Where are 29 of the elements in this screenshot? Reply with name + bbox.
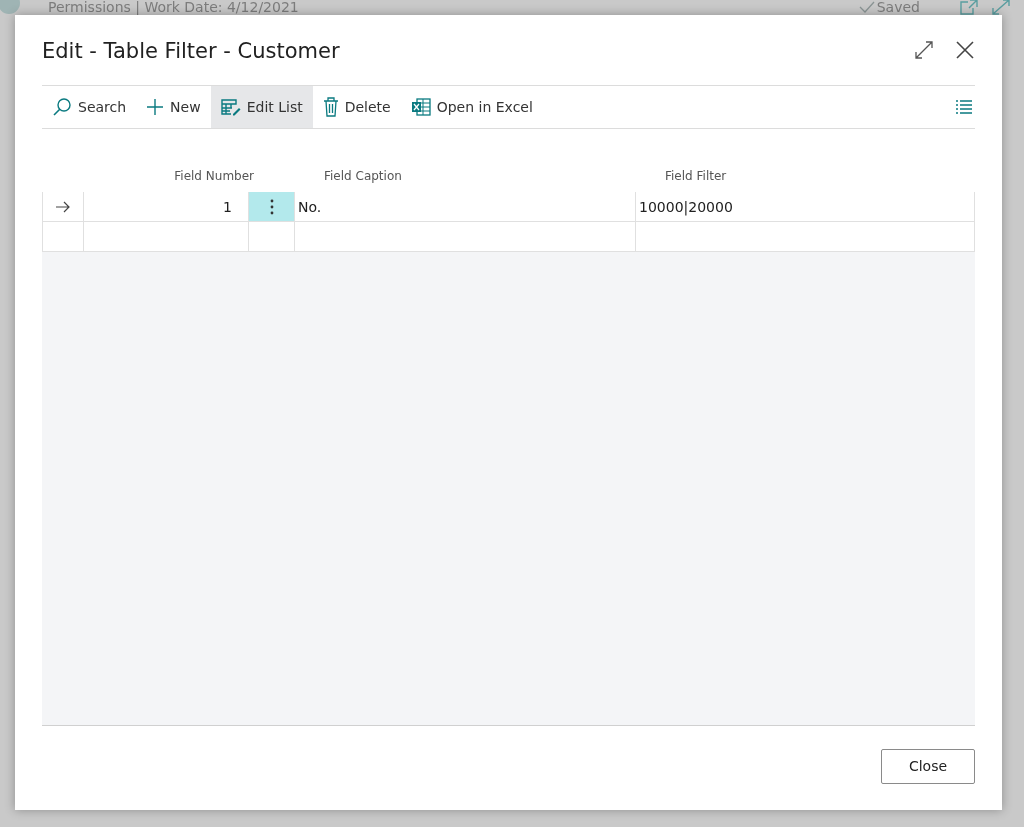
toolbar-button[interactable]: Delete bbox=[312, 86, 401, 128]
column-header[interactable]: Field Number bbox=[83, 167, 272, 192]
table-cell[interactable] bbox=[635, 222, 975, 251]
open-new-window-icon bbox=[960, 0, 978, 15]
plus-icon bbox=[146, 98, 165, 116]
toolbar-button[interactable]: New bbox=[136, 86, 211, 128]
column-header[interactable]: Field Filter bbox=[659, 167, 975, 192]
list-view-icon[interactable] bbox=[955, 100, 973, 114]
checkmark-icon bbox=[858, 1, 875, 13]
row-menu-cell[interactable] bbox=[248, 192, 294, 221]
toolbar-button[interactable]: Open in Excel bbox=[400, 86, 543, 128]
arrow-right-icon bbox=[55, 200, 71, 213]
trash-icon bbox=[322, 97, 339, 117]
table-cell[interactable]: No. bbox=[294, 192, 635, 221]
search-icon bbox=[52, 97, 72, 117]
close-button[interactable]: Close bbox=[881, 748, 975, 784]
excel-icon bbox=[410, 98, 431, 116]
edit-list-icon bbox=[220, 98, 241, 116]
saved-status: Saved bbox=[876, 0, 920, 15]
page-title: Permissions | Work Date: 4/12/2021 bbox=[48, 0, 300, 15]
dialog-title: Edit - Table Filter - Customer bbox=[42, 38, 341, 63]
expand-icon bbox=[992, 0, 1010, 15]
column-header[interactable]: Field Caption bbox=[318, 167, 659, 192]
expand-icon[interactable] bbox=[915, 41, 933, 59]
more-options-icon bbox=[269, 198, 274, 215]
table-cell[interactable]: 10000|20000 bbox=[635, 192, 975, 221]
toolbar-button[interactable]: Edit List bbox=[210, 86, 313, 128]
toolbar-button[interactable]: Search bbox=[42, 86, 137, 128]
close-icon[interactable] bbox=[955, 40, 975, 60]
